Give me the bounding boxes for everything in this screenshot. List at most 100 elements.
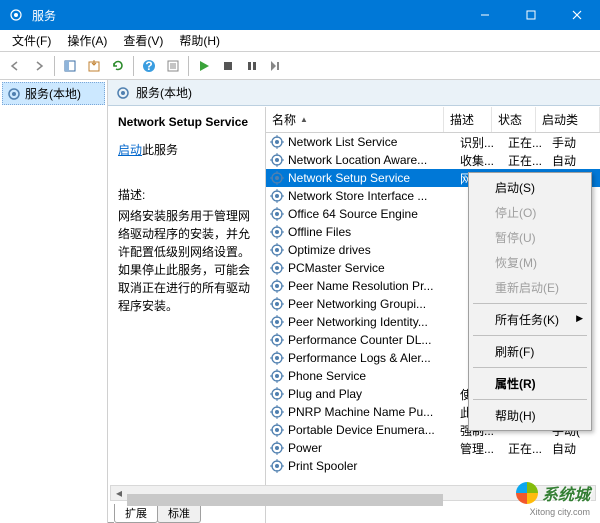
service-desc-cell: 管理... [460, 440, 508, 457]
service-desc-cell: 识别... [460, 134, 508, 151]
scroll-left-icon[interactable]: ◂ [111, 486, 127, 500]
service-name-cell: PNRP Machine Name Pu... [288, 405, 460, 419]
back-button[interactable] [4, 55, 26, 77]
start-service-button[interactable] [193, 55, 215, 77]
service-name-cell: Phone Service [288, 369, 460, 383]
service-gear-icon [270, 243, 284, 257]
tab-standard[interactable]: 标准 [157, 504, 201, 523]
description-pane: Network Setup Service 启动此服务 描述: 网络安装服务用于… [108, 107, 266, 523]
service-gear-icon [270, 387, 284, 401]
detail-header: 服务(本地) [108, 80, 600, 106]
show-hide-button[interactable] [59, 55, 81, 77]
close-button[interactable] [554, 0, 600, 30]
service-startup-cell: 自动 [552, 152, 600, 169]
list-header: 名称▲ 描述 状态 启动类 [266, 107, 600, 133]
menu-view[interactable]: 查看(V) [115, 30, 171, 51]
start-service-text: 启动此服务 [118, 141, 255, 158]
detail-header-label: 服务(本地) [136, 84, 192, 101]
service-name-cell: Print Spooler [288, 459, 460, 473]
menubar: 文件(F) 操作(A) 查看(V) 帮助(H) [0, 30, 600, 52]
tab-extended[interactable]: 扩展 [114, 504, 158, 523]
toolbar: ? [0, 52, 600, 80]
refresh-button[interactable] [107, 55, 129, 77]
watermark-logo-icon [516, 482, 538, 504]
menu-separator [473, 367, 587, 368]
menu-action[interactable]: 操作(A) [59, 30, 115, 51]
watermark-text: 系统城 [542, 481, 590, 505]
selected-service-name: Network Setup Service [118, 115, 255, 129]
service-gear-icon [270, 333, 284, 347]
service-gear-icon [270, 189, 284, 203]
context-menu-item[interactable]: 属性(R) [471, 371, 589, 396]
gear-icon [116, 86, 130, 100]
context-menu-item: 停止(O) [471, 200, 589, 225]
service-name-cell: Network Store Interface ... [288, 189, 460, 203]
description-label: 描述: [118, 186, 255, 203]
context-menu: 启动(S)停止(O)暂停(U)恢复(M)重新启动(E)所有任务(K)▶刷新(F)… [468, 172, 592, 431]
column-desc[interactable]: 描述 [444, 107, 492, 132]
menu-separator [473, 335, 587, 336]
service-gear-icon [270, 279, 284, 293]
service-startup-cell: 手动 [552, 134, 600, 151]
tree-root-label: 服务(本地) [25, 85, 81, 102]
service-name-cell: PCMaster Service [288, 261, 460, 275]
properties-button[interactable] [162, 55, 184, 77]
pause-service-button[interactable] [241, 55, 263, 77]
stop-service-button[interactable] [217, 55, 239, 77]
sort-asc-icon: ▲ [300, 115, 308, 124]
service-gear-icon [270, 441, 284, 455]
help-button[interactable]: ? [138, 55, 160, 77]
watermark: 系统城 Xitong city.com [516, 481, 590, 505]
tree-root-services-local[interactable]: 服务(本地) [2, 82, 105, 105]
service-gear-icon [270, 459, 284, 473]
service-gear-icon [270, 351, 284, 365]
context-menu-item[interactable]: 启动(S) [471, 175, 589, 200]
menu-separator [473, 303, 587, 304]
service-name-cell: Optimize drives [288, 243, 460, 257]
service-row[interactable]: Network List Service识别...正在...手动 [266, 133, 600, 151]
restart-service-button[interactable] [265, 55, 287, 77]
menu-separator [473, 399, 587, 400]
forward-button[interactable] [28, 55, 50, 77]
tabstrip: 扩展 标准 [108, 503, 200, 523]
submenu-arrow-icon: ▶ [576, 313, 583, 324]
service-status-cell: 正在... [508, 152, 552, 169]
titlebar: 服务 [0, 0, 600, 30]
context-menu-item[interactable]: 帮助(H) [471, 403, 589, 428]
maximize-button[interactable] [508, 0, 554, 30]
context-menu-item[interactable]: 刷新(F) [471, 339, 589, 364]
gear-icon [8, 7, 24, 23]
start-link[interactable]: 启动 [118, 143, 142, 157]
menu-help[interactable]: 帮助(H) [171, 30, 228, 51]
service-row[interactable]: Network Location Aware...收集...正在...自动 [266, 151, 600, 169]
menu-file[interactable]: 文件(F) [4, 30, 59, 51]
service-name-cell: Peer Name Resolution Pr... [288, 279, 460, 293]
service-name-cell: Network List Service [288, 135, 460, 149]
context-menu-item[interactable]: 所有任务(K)▶ [471, 307, 589, 332]
service-name-cell: Peer Networking Identity... [288, 315, 460, 329]
tree-pane: 服务(本地) [0, 80, 108, 523]
service-gear-icon [270, 225, 284, 239]
service-gear-icon [270, 135, 284, 149]
service-status-cell: 正在... [508, 134, 552, 151]
service-gear-icon [270, 153, 284, 167]
column-startup[interactable]: 启动类 [536, 107, 600, 132]
service-gear-icon [270, 369, 284, 383]
service-gear-icon [270, 315, 284, 329]
export-button[interactable] [83, 55, 105, 77]
service-name-cell: Offline Files [288, 225, 460, 239]
column-name[interactable]: 名称▲ [266, 107, 444, 132]
service-gear-icon [270, 297, 284, 311]
service-gear-icon [270, 171, 284, 185]
service-name-cell: Peer Networking Groupi... [288, 297, 460, 311]
watermark-sub: Xitong city.com [530, 507, 590, 517]
minimize-button[interactable] [462, 0, 508, 30]
service-row[interactable]: Power管理...正在...自动 [266, 439, 600, 457]
column-status[interactable]: 状态 [492, 107, 536, 132]
context-menu-item: 恢复(M) [471, 250, 589, 275]
context-menu-item: 暂停(U) [471, 225, 589, 250]
service-name-cell: Portable Device Enumera... [288, 423, 460, 437]
service-row[interactable]: Print Spooler [266, 457, 600, 475]
service-gear-icon [270, 261, 284, 275]
service-name-cell: Plug and Play [288, 387, 460, 401]
